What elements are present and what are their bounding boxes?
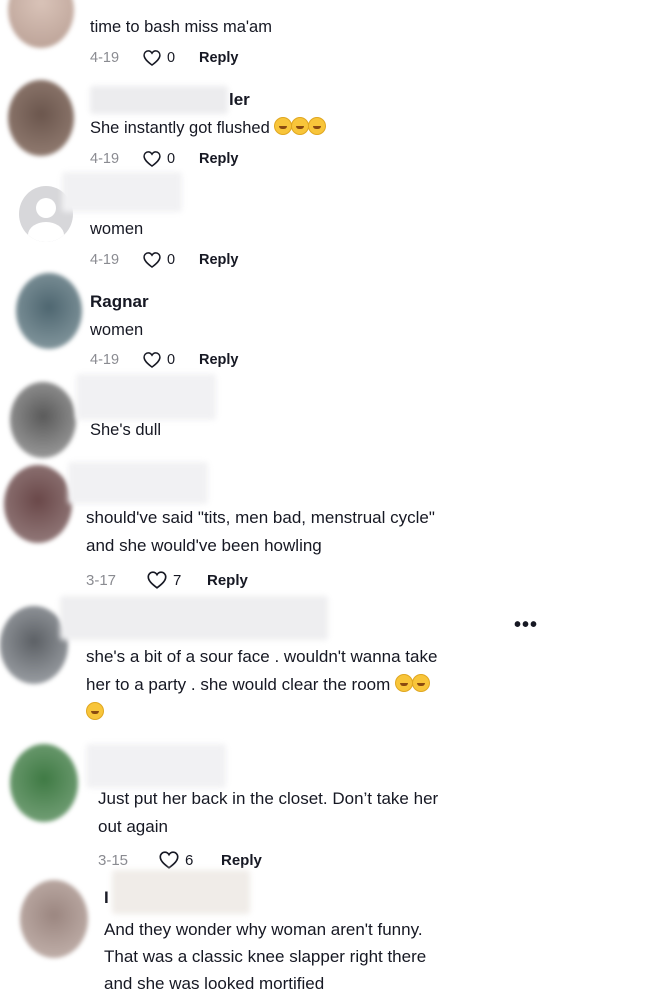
avatar[interactable] xyxy=(10,744,78,822)
username[interactable]: ler xyxy=(229,90,250,110)
avatar[interactable] xyxy=(4,465,72,543)
heart-icon[interactable] xyxy=(146,569,168,591)
username[interactable]: Ragnar xyxy=(90,292,149,312)
heart-icon[interactable] xyxy=(142,149,162,169)
heart-icon[interactable] xyxy=(142,48,162,68)
like-count: 0 xyxy=(167,50,176,66)
like-count: 0 xyxy=(167,151,176,167)
comment-text: she's a bit of a sour face . wouldn't wa… xyxy=(86,647,438,666)
comment-meta: 3-15 6 Reply xyxy=(98,849,262,871)
heart-icon[interactable] xyxy=(142,350,162,370)
username-blurred xyxy=(62,172,182,212)
comment-text: her to a party . she would clear the roo… xyxy=(86,671,430,699)
avatar[interactable] xyxy=(8,80,74,156)
comment-meta: 4-19 0 Reply xyxy=(90,47,239,69)
reply-button[interactable]: Reply xyxy=(199,50,239,66)
like-count: 0 xyxy=(167,252,176,268)
comment-meta: 4-19 0 Reply xyxy=(90,148,239,170)
avatar[interactable] xyxy=(8,0,74,48)
laughing-emoji-icon xyxy=(86,702,104,723)
comment-text: Just put her back in the closet. Don’t t… xyxy=(98,789,439,808)
heart-icon[interactable] xyxy=(158,849,180,871)
username-blurred xyxy=(90,86,228,114)
reply-button[interactable]: Reply xyxy=(199,151,239,167)
reply-button[interactable]: Reply xyxy=(199,252,239,268)
comment-text: and she was looked mortified xyxy=(104,974,325,993)
username-blurred xyxy=(76,374,216,420)
more-options-icon[interactable]: ••• xyxy=(514,614,538,637)
username[interactable]: I xyxy=(104,888,109,908)
comment-text: She's dull xyxy=(90,421,162,439)
comment-text: And they wonder why woman aren't funny. xyxy=(104,920,423,939)
laughing-emoji-icon xyxy=(274,117,327,137)
avatar[interactable] xyxy=(20,880,88,958)
comment-text: time to bash miss ma'am xyxy=(90,18,272,36)
reply-button[interactable]: Reply xyxy=(199,352,239,368)
avatar[interactable] xyxy=(0,606,68,684)
reply-button[interactable]: Reply xyxy=(221,852,262,869)
heart-icon[interactable] xyxy=(142,250,162,270)
username-blurred xyxy=(86,744,226,788)
comment-date: 3-17 xyxy=(86,571,117,589)
comment-meta: 4-19 0 Reply xyxy=(90,249,239,271)
laughing-emoji-icon xyxy=(395,674,430,694)
comment-date: 4-19 xyxy=(90,151,120,167)
comment-meta: 4-19 0 Reply xyxy=(90,349,239,371)
comment-text: women xyxy=(90,321,144,339)
comment-text: out again xyxy=(98,817,168,836)
username-blurred xyxy=(68,462,208,504)
comment-text: That was a classic knee slapper right th… xyxy=(104,947,427,966)
comment-meta: 3-17 7 Reply xyxy=(86,569,248,591)
comment-text: and she would've been howling xyxy=(86,536,322,555)
comment-text: She instantly got flushed xyxy=(90,114,327,142)
like-count: 0 xyxy=(167,352,176,368)
comment-date: 4-19 xyxy=(90,252,120,268)
comment-text: should've said "tits, men bad, menstrual… xyxy=(86,508,435,527)
comment-date: 4-19 xyxy=(90,50,120,66)
like-count: 6 xyxy=(185,851,194,869)
username-blurred xyxy=(112,870,250,914)
comment-date: 3-15 xyxy=(98,851,129,869)
avatar[interactable] xyxy=(16,273,82,349)
reply-button[interactable]: Reply xyxy=(207,572,248,589)
comment-date: 4-19 xyxy=(90,352,120,368)
like-count: 7 xyxy=(173,571,182,589)
comment-text: women xyxy=(90,220,144,238)
avatar[interactable] xyxy=(10,382,76,458)
username-blurred xyxy=(60,596,328,640)
